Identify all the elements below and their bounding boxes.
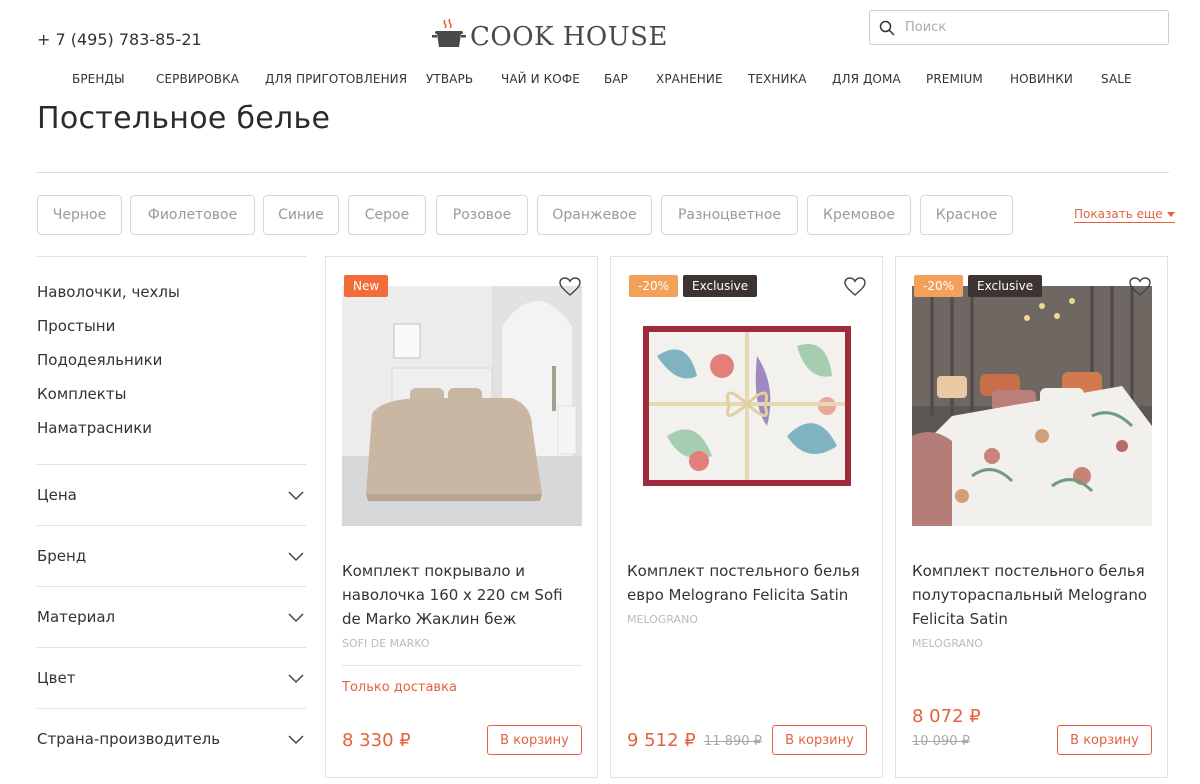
category-link-mattress-toppers[interactable]: Наматрасники — [37, 419, 152, 437]
nav-item-storage[interactable]: ХРАНЕНИЕ — [656, 72, 723, 86]
product-price: 8 330 ₽ — [342, 730, 411, 751]
filter-price[interactable]: Цена — [37, 464, 306, 525]
cooking-pot-icon — [432, 18, 466, 47]
badge-group: -20% Exclusive — [914, 275, 1043, 297]
chevron-down-icon — [288, 552, 304, 562]
nav-item-sale[interactable]: SALE — [1101, 72, 1132, 86]
nav-item-home[interactable]: ДЛЯ ДОМА — [832, 72, 901, 86]
chevron-down-icon — [288, 613, 304, 623]
add-to-cart-button[interactable]: В корзину — [1057, 725, 1152, 755]
product-photo-bedroom — [912, 286, 1152, 526]
nav-item-serving[interactable]: СЕРВИРОВКА — [156, 72, 239, 86]
product-image[interactable] — [342, 286, 582, 526]
badge-exclusive: Exclusive — [968, 275, 1043, 297]
chevron-down-icon — [288, 491, 304, 501]
filter-label: Цена — [37, 486, 77, 504]
filter-color[interactable]: Цвет — [37, 647, 306, 708]
filter-chip-red[interactable]: Красное — [920, 195, 1013, 235]
category-link-sheets[interactable]: Простыни — [37, 317, 115, 335]
product-name[interactable]: Комплект постельного белья полутораспаль… — [912, 559, 1152, 631]
filter-label: Цвет — [37, 669, 76, 687]
divider — [37, 172, 1169, 173]
product-name[interactable]: Комплект постельного белья евро Melogran… — [627, 559, 867, 607]
heart-icon[interactable] — [844, 277, 866, 297]
product-card[interactable]: -20% Exclusive Комплект постельного бель… — [895, 256, 1168, 778]
chevron-down-icon — [288, 735, 304, 745]
category-link-pillowcases[interactable]: Наволочки, чехлы — [37, 283, 180, 301]
product-brand[interactable]: MELOGRANO — [627, 613, 698, 626]
heart-icon[interactable] — [559, 277, 581, 297]
filter-chip-cream[interactable]: Кремовое — [807, 195, 911, 235]
filter-chip-purple[interactable]: Фиолетовое — [130, 195, 255, 235]
filter-material[interactable]: Материал — [37, 586, 306, 647]
nav-item-utensils[interactable]: УТВАРЬ — [426, 72, 473, 86]
color-filter-chips: Черное Фиолетовое Синие Серое Розовое Ор… — [0, 195, 1200, 235]
add-to-cart-button[interactable]: В корзину — [487, 725, 582, 755]
product-brand[interactable]: SOFI DE MARKO — [342, 637, 430, 650]
product-old-price: 10 090 ₽ — [912, 734, 970, 749]
page-title: Постельное белье — [37, 101, 331, 136]
search-icon[interactable] — [879, 20, 895, 36]
badge-group: New — [344, 275, 389, 297]
filter-chip-black[interactable]: Черное — [37, 195, 122, 235]
delivery-note: Только доставка — [342, 680, 457, 695]
show-more-label: Показать еще — [1074, 207, 1163, 221]
product-image[interactable] — [627, 286, 867, 526]
badge-new: New — [344, 275, 389, 297]
divider — [342, 665, 582, 666]
filter-label: Бренд — [37, 547, 87, 565]
nav-item-new[interactable]: НОВИНКИ — [1010, 72, 1073, 86]
nav-item-tea-coffee[interactable]: ЧАЙ И КОФЕ — [501, 72, 580, 86]
product-price: 8 072 ₽ — [912, 706, 981, 727]
category-link-sets[interactable]: Комплекты — [37, 385, 126, 403]
phone-number[interactable]: + 7 (495) 783-85-21 — [37, 30, 202, 49]
filter-chip-multicolor[interactable]: Разноцветное — [661, 195, 798, 235]
category-link-duvet-covers[interactable]: Пододеяльники — [37, 351, 162, 369]
nav-item-bar[interactable]: БАР — [604, 72, 628, 86]
divider — [37, 256, 306, 257]
product-card[interactable]: New Комплект покрывало и наволочка 160 х… — [325, 256, 598, 778]
product-photo-bedspread — [342, 286, 582, 526]
badge-group: -20% Exclusive — [629, 275, 758, 297]
product-old-price: 11 890 ₽ — [704, 734, 762, 749]
product-price: 9 512 ₽ — [627, 730, 696, 751]
badge-discount: -20% — [914, 275, 964, 297]
logo[interactable]: COOK HOUSE — [432, 16, 668, 52]
main-nav: БРЕНДЫ СЕРВИРОВКА ДЛЯ ПРИГОТОВЛЕНИЯ УТВА… — [0, 72, 1200, 90]
add-to-cart-button[interactable]: В корзину — [772, 725, 867, 755]
badge-discount: -20% — [629, 275, 679, 297]
badge-exclusive: Exclusive — [683, 275, 758, 297]
product-name[interactable]: Комплект покрывало и наволочка 160 х 220… — [342, 559, 582, 631]
product-photo-gift-box — [627, 286, 867, 526]
search-box[interactable] — [869, 10, 1169, 45]
filter-chip-gray[interactable]: Серое — [348, 195, 426, 235]
show-more-link[interactable]: Показать еще — [1074, 207, 1175, 223]
heart-icon[interactable] — [1129, 277, 1151, 297]
filter-chip-pink[interactable]: Розовое — [436, 195, 528, 235]
product-image[interactable] — [912, 286, 1152, 526]
filter-brand[interactable]: Бренд — [37, 525, 306, 586]
search-input[interactable] — [905, 20, 1145, 35]
nav-item-appliances[interactable]: ТЕХНИКА — [748, 72, 807, 86]
logo-text: COOK HOUSE — [470, 22, 668, 52]
product-brand[interactable]: MELOGRANO — [912, 637, 983, 650]
caret-down-icon — [1166, 212, 1175, 217]
filter-country[interactable]: Страна-производитель — [37, 708, 306, 769]
filter-label: Страна-производитель — [37, 730, 221, 748]
nav-item-cooking[interactable]: ДЛЯ ПРИГОТОВЛЕНИЯ — [265, 72, 407, 86]
filter-chip-blue[interactable]: Синие — [263, 195, 339, 235]
filter-label: Материал — [37, 608, 116, 626]
product-card[interactable]: -20% Exclusive Комплект постельного бель… — [610, 256, 883, 778]
chevron-down-icon — [288, 674, 304, 684]
nav-item-brands[interactable]: БРЕНДЫ — [72, 72, 125, 86]
filter-chip-orange[interactable]: Оранжевое — [537, 195, 652, 235]
nav-item-premium[interactable]: PREMIUM — [926, 72, 983, 86]
